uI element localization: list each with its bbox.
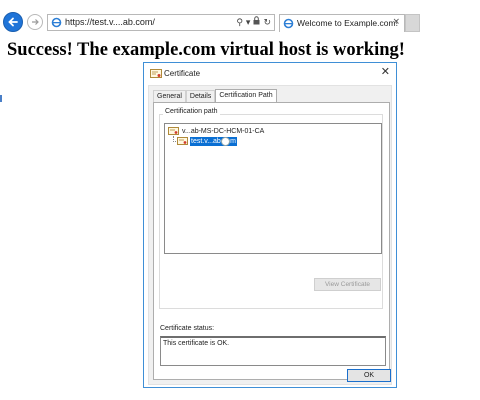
- tab-details[interactable]: Details: [185, 90, 216, 102]
- back-arrow-icon: [8, 17, 18, 27]
- address-bar[interactable]: https://test.v....ab.com/ ⚲ ▾ ↻: [47, 14, 275, 31]
- forward-button[interactable]: [27, 14, 43, 30]
- certificate-dialog: Certificate ✕ General Details Certificat…: [143, 62, 397, 388]
- tab-general[interactable]: General: [153, 90, 186, 102]
- dropdown-icon[interactable]: ▾: [246, 16, 251, 30]
- left-edge-marker: [0, 95, 2, 102]
- search-icon[interactable]: ⚲: [236, 16, 243, 30]
- certification-path-label: Certification path: [163, 108, 220, 115]
- tab-close-icon[interactable]: ×: [392, 17, 400, 27]
- certificate-icon: [177, 137, 188, 145]
- certificate-status-text: This certificate is OK.: [163, 340, 230, 347]
- lock-icon[interactable]: [253, 16, 260, 30]
- certificate-icon: [168, 127, 179, 135]
- new-tab-button[interactable]: [405, 14, 420, 32]
- certificate-icon: [150, 69, 162, 78]
- page-heading: Success! The example.com virtual host is…: [7, 40, 405, 60]
- certification-path-page: Certification path v...ab-MS-DC-HCM-01-C…: [153, 102, 390, 380]
- view-certificate-button[interactable]: View Certificate: [314, 278, 381, 291]
- ie-page-icon: [51, 17, 62, 28]
- ok-button[interactable]: OK: [347, 369, 391, 382]
- dialog-tabstrip: General Details Certification Path: [153, 89, 277, 102]
- tab-title: Welcome to Example.com!: [297, 18, 398, 28]
- ie-tab-icon: [283, 18, 294, 29]
- certificate-status-label: Certificate status:: [160, 325, 215, 332]
- mouse-cursor: [221, 137, 230, 146]
- tree-item-label: v...ab-MS-DC-HCM-01-CA: [182, 128, 265, 135]
- back-button[interactable]: [3, 12, 23, 32]
- refresh-icon[interactable]: ↻: [263, 16, 271, 30]
- address-url: https://test.v....ab.com/: [65, 17, 155, 27]
- address-tools: ⚲ ▾ ↻: [236, 16, 271, 30]
- dialog-body: General Details Certification Path Certi…: [148, 85, 392, 385]
- browser-toolbar: https://test.v....ab.com/ ⚲ ▾ ↻ Welcome …: [0, 0, 480, 36]
- dialog-close-icon[interactable]: ✕: [381, 65, 390, 78]
- dialog-title: Certificate: [164, 69, 201, 78]
- tab-certification-path[interactable]: Certification Path: [215, 89, 277, 102]
- browser-tab[interactable]: Welcome to Example.com! ×: [279, 14, 405, 32]
- forward-arrow-icon: [32, 19, 39, 25]
- certificate-status-box: This certificate is OK.: [160, 336, 386, 366]
- certification-path-tree[interactable]: v...ab-MS-DC-HCM-01-CA test.v...ab.com: [164, 123, 382, 254]
